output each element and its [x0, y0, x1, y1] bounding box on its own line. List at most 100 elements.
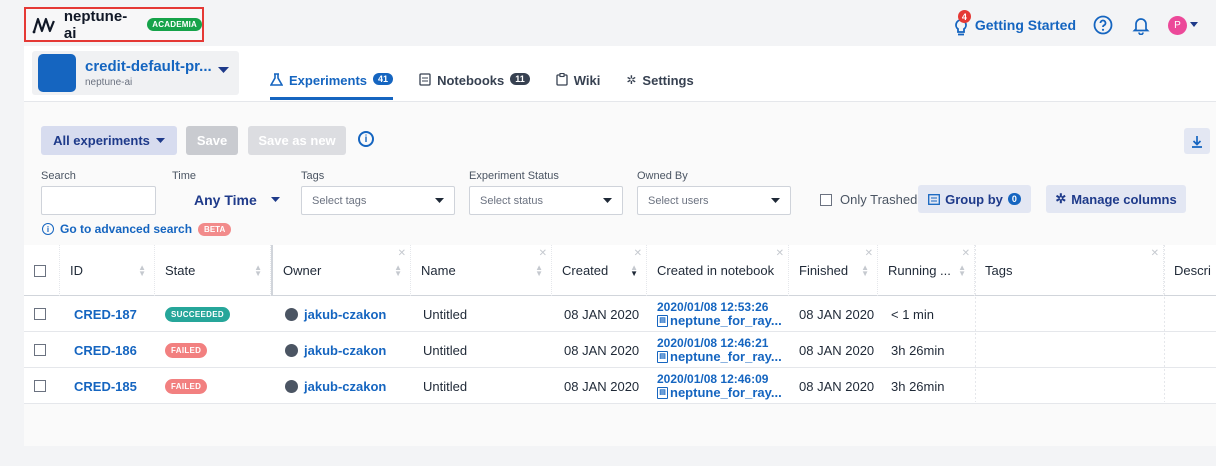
checkbox[interactable]	[820, 193, 832, 206]
close-icon[interactable]: ✕	[1151, 248, 1159, 259]
row-checkbox[interactable]	[34, 344, 46, 356]
column-header-owner[interactable]: Owner ▲ ▼ ✕	[271, 245, 411, 296]
view-select[interactable]: All experiments	[41, 126, 177, 155]
sort-desc-icon[interactable]: ▲ ▼	[630, 264, 638, 278]
time-select[interactable]: Any Time	[194, 192, 280, 208]
search-input[interactable]	[41, 186, 156, 215]
manage-columns-button[interactable]: ✲ Manage columns	[1046, 185, 1186, 213]
close-icon[interactable]: ✕	[634, 248, 642, 259]
column-header-created-in-notebook[interactable]: Created in notebook ✕	[647, 245, 789, 296]
info-icon: i	[42, 223, 54, 235]
advanced-search-link[interactable]: i Go to advanced search BETA	[42, 222, 232, 236]
created-cell: 08 JAN 2020	[564, 378, 640, 394]
notebook-link[interactable]: 2020/01/08 12:53:26 ▤ neptune_for_ray...	[657, 300, 782, 328]
finished-cell: 08 JAN 2020	[799, 342, 875, 358]
sort-icon[interactable]: ▲ ▼	[254, 264, 262, 278]
tab-settings[interactable]: ✲ Settings	[626, 68, 693, 100]
experiment-id-link[interactable]: CRED-187	[74, 307, 137, 322]
sort-icon[interactable]: ▲ ▼	[958, 264, 966, 278]
org-switcher[interactable]: neptune-ai ACADEMIA	[24, 7, 204, 42]
notebook-filename: neptune_for_ray...	[670, 313, 782, 328]
download-icon[interactable]	[1184, 128, 1210, 154]
group-by-button[interactable]: Group by 0	[918, 185, 1031, 213]
notebook-link[interactable]: 2020/01/08 12:46:21 ▤ neptune_for_ray...	[657, 336, 782, 364]
main-panel: credit-default-pr... neptune-ai Experime…	[24, 46, 1216, 446]
column-header-running-time[interactable]: Running ... ▲ ▼ ✕	[878, 245, 975, 296]
sort-icon[interactable]: ▲ ▼	[535, 264, 543, 278]
row-checkbox[interactable]	[34, 308, 46, 320]
name-cell: Untitled	[423, 306, 468, 322]
column-header-description[interactable]: Descri	[1164, 245, 1216, 296]
experiment-id-link[interactable]: CRED-186	[74, 343, 137, 358]
column-header-created[interactable]: Created ▲ ▼ ✕	[552, 245, 647, 296]
tab-notebooks[interactable]: Notebooks 11	[419, 68, 530, 100]
only-trashed-checkbox[interactable]: Only Trashed	[820, 192, 917, 207]
advanced-search-label: Go to advanced search	[60, 222, 193, 236]
top-right-controls: 4 Getting Started P	[953, 10, 1198, 40]
column-label: Running ...	[888, 263, 951, 278]
chevron-down-icon	[603, 198, 612, 203]
running-time-cell: < 1 min	[891, 306, 934, 322]
owner-link[interactable]: jakub-czakon	[285, 379, 386, 394]
avatar: P	[1168, 15, 1187, 35]
neptune-logo-icon	[32, 17, 55, 33]
column-label: Created	[562, 263, 609, 278]
column-header-name[interactable]: Name ▲ ▼ ✕	[411, 245, 552, 296]
help-icon[interactable]	[1092, 14, 1114, 36]
getting-started-link[interactable]: 4 Getting Started	[953, 10, 1076, 36]
view-select-label: All experiments	[53, 133, 150, 148]
finished-cell: 08 JAN 2020	[799, 306, 875, 322]
owner-name: jakub-czakon	[304, 378, 387, 394]
sort-icon[interactable]: ▲ ▼	[394, 264, 402, 278]
select-all-checkbox[interactable]	[34, 264, 46, 277]
table-row[interactable]: CRED-187 SUCCEEDED jakub-czakon Untitled…	[24, 296, 1216, 332]
column-header-finished[interactable]: Finished ▲ ▼ ✕	[789, 245, 878, 296]
user-menu[interactable]: P	[1168, 15, 1198, 35]
close-icon[interactable]: ✕	[398, 248, 406, 259]
bell-icon[interactable]	[1130, 14, 1152, 36]
table-row[interactable]: CRED-186 FAILED jakub-czakon Untitled 08…	[24, 332, 1216, 368]
status-label: Experiment Status	[469, 170, 559, 182]
sort-icon[interactable]: ▲ ▼	[138, 264, 146, 278]
info-icon[interactable]: i	[358, 131, 374, 147]
project-switcher[interactable]: credit-default-pr... neptune-ai	[32, 51, 239, 95]
tab-experiments[interactable]: Experiments 41	[270, 68, 394, 100]
column-label: ID	[70, 263, 83, 278]
chevron-down-icon	[771, 198, 780, 203]
close-icon[interactable]: ✕	[962, 248, 970, 259]
save-as-new-button[interactable]: Save as new	[248, 126, 346, 155]
experiment-id-link[interactable]: CRED-185	[74, 379, 137, 394]
owner-link[interactable]: jakub-czakon	[285, 343, 386, 358]
row-checkbox[interactable]	[34, 380, 46, 392]
group-count-badge: 0	[1007, 193, 1021, 205]
experiments-table: ID ▲ ▼ State ▲ ▼ Owner ▲ ▼ ✕ Name ▲ ▼ ✕ Crea…	[24, 245, 1216, 404]
sort-icon[interactable]: ▲ ▼	[861, 264, 869, 278]
owner-link[interactable]: jakub-czakon	[285, 307, 386, 322]
owned-by-select[interactable]: Select users	[637, 186, 791, 215]
owner-name: jakub-czakon	[304, 342, 387, 358]
column-header-tags[interactable]: Tags ✕	[975, 245, 1164, 296]
column-divider	[975, 245, 976, 402]
column-label: Finished	[799, 263, 849, 278]
row-checkbox-cell	[34, 368, 46, 404]
notebook-link[interactable]: 2020/01/08 12:46:09 ▤ neptune_for_ray...	[657, 372, 782, 400]
tab-label: Wiki	[573, 73, 601, 88]
tab-wiki[interactable]: Wiki	[556, 68, 601, 100]
close-icon[interactable]: ✕	[539, 248, 547, 259]
beta-badge: BETA	[198, 222, 232, 236]
select-all-cell	[24, 245, 60, 296]
save-button[interactable]: Save	[186, 126, 238, 155]
close-icon[interactable]: ✕	[865, 248, 873, 259]
tags-select[interactable]: Select tags	[301, 186, 455, 215]
column-header-id[interactable]: ID ▲ ▼	[60, 245, 155, 296]
column-header-state[interactable]: State ▲ ▼	[155, 245, 271, 296]
wiki-icon	[556, 73, 568, 86]
close-icon[interactable]: ✕	[776, 248, 784, 259]
status-badge: FAILED	[165, 378, 208, 394]
status-select[interactable]: Select status	[469, 186, 623, 215]
created-cell: 08 JAN 2020	[564, 306, 640, 322]
tab-label: Notebooks	[437, 73, 505, 88]
notebook-file-icon: ▤	[657, 351, 668, 363]
notebook-timestamp: 2020/01/08 12:46:21	[657, 336, 769, 350]
table-row[interactable]: CRED-185 FAILED jakub-czakon Untitled 08…	[24, 368, 1216, 404]
